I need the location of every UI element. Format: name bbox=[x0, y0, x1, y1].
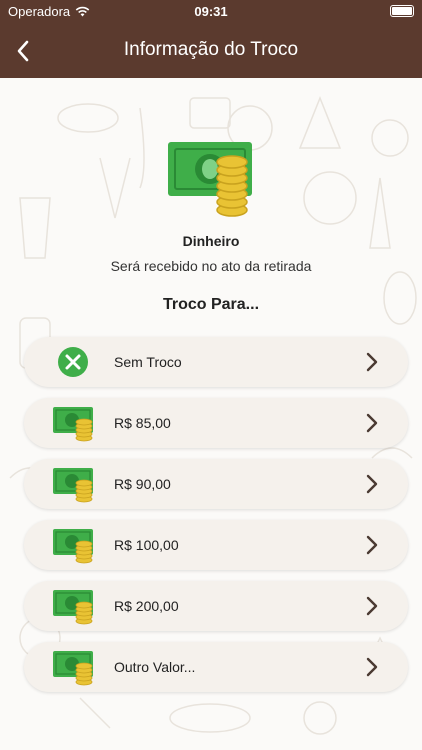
status-bar: Operadora 09:31 bbox=[0, 0, 422, 24]
nav-bar: Informação do Troco bbox=[0, 24, 422, 78]
clock: 09:31 bbox=[194, 4, 228, 19]
option-label: R$ 100,00 bbox=[114, 537, 179, 553]
option-label: R$ 85,00 bbox=[114, 415, 171, 431]
payment-subtitle: Será recebido no ato da retirada bbox=[110, 258, 312, 274]
cash-coins-hero-icon bbox=[168, 142, 252, 217]
chevron-right-icon bbox=[366, 474, 378, 494]
battery-icon bbox=[390, 5, 414, 17]
chevron-right-icon bbox=[366, 657, 378, 677]
option-label: Outro Valor... bbox=[114, 659, 196, 675]
cash-coins-icon bbox=[53, 651, 93, 686]
option-200[interactable]: R$ 200,00 bbox=[24, 581, 408, 631]
option-label: R$ 200,00 bbox=[114, 598, 179, 614]
chevron-right-icon bbox=[366, 352, 378, 372]
cash-coins-icon bbox=[53, 529, 93, 564]
cash-coins-icon bbox=[53, 590, 93, 625]
option-100[interactable]: R$ 100,00 bbox=[24, 520, 408, 570]
cash-coins-icon bbox=[53, 407, 93, 442]
option-90[interactable]: R$ 90,00 bbox=[24, 459, 408, 509]
chevron-right-icon bbox=[366, 596, 378, 616]
change-section-title: Troco Para... bbox=[162, 296, 260, 313]
chevron-right-icon bbox=[366, 535, 378, 555]
option-other-value[interactable]: Outro Valor... bbox=[24, 642, 408, 692]
option-85[interactable]: R$ 85,00 bbox=[24, 398, 408, 448]
option-label: R$ 90,00 bbox=[114, 476, 171, 492]
page-title: Informação do Troco bbox=[123, 39, 299, 60]
option-label: Sem Troco bbox=[114, 354, 182, 370]
option-no-change[interactable]: Sem Troco bbox=[24, 337, 408, 387]
chevron-right-icon bbox=[366, 413, 378, 433]
cash-coins-icon bbox=[53, 468, 93, 503]
payment-method: Dinheiro bbox=[182, 233, 240, 249]
no-change-icon bbox=[58, 347, 88, 377]
